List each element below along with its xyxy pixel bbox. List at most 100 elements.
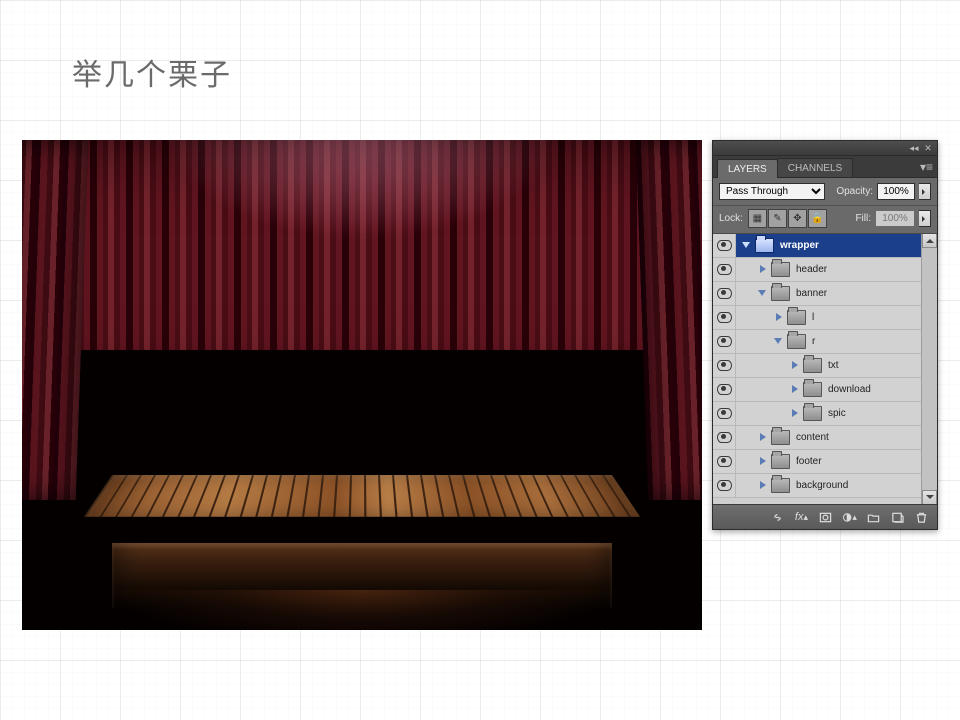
folder-icon: [803, 358, 822, 373]
folder-icon: [803, 406, 822, 421]
folder-icon: [771, 286, 790, 301]
adjustment-layer-icon[interactable]: ▴: [842, 510, 857, 524]
layer-indent: spic: [736, 402, 846, 425]
layer-row-spic[interactable]: spic: [713, 402, 937, 426]
panel-footer: fx▴ ▴: [713, 504, 937, 529]
stage-curtain-right: [636, 140, 702, 500]
layer-name: header: [796, 264, 827, 275]
tab-channels[interactable]: CHANNELS: [777, 158, 853, 177]
layer-row-header[interactable]: header: [713, 258, 937, 282]
folder-icon: [755, 238, 774, 253]
visibility-toggle[interactable]: [713, 282, 736, 305]
opacity-label: Opacity:: [836, 186, 873, 197]
folder-icon: [771, 262, 790, 277]
page-title: 举几个栗子: [72, 50, 232, 94]
layer-row-footer[interactable]: footer: [713, 450, 937, 474]
visibility-toggle[interactable]: [713, 354, 736, 377]
opacity-spinner[interactable]: [919, 183, 931, 200]
chevron-down-icon[interactable]: [758, 288, 769, 299]
visibility-toggle[interactable]: [713, 450, 736, 473]
preview-canvas: [22, 140, 702, 630]
scroll-up-icon[interactable]: [922, 234, 937, 248]
chevron-down-icon[interactable]: [774, 336, 785, 347]
layer-indent: content: [736, 426, 829, 449]
opacity-value[interactable]: 100%: [877, 183, 915, 200]
collapse-icon[interactable]: ◂◂: [909, 143, 919, 153]
lock-position-icon[interactable]: ✥: [788, 209, 807, 228]
layer-name: spic: [828, 408, 846, 419]
chevron-right-icon[interactable]: [758, 432, 769, 443]
folder-icon: [787, 334, 806, 349]
layer-row-r[interactable]: r: [713, 330, 937, 354]
layer-name: download: [828, 384, 871, 395]
visibility-toggle[interactable]: [713, 234, 736, 257]
layer-row-l[interactable]: l: [713, 306, 937, 330]
eye-icon: [717, 408, 732, 419]
layers-panel: ◂◂ ✕ LAYERS CHANNELS ▾≡ Pass Through Opa…: [712, 140, 938, 530]
layer-indent: background: [736, 474, 848, 497]
visibility-toggle[interactable]: [713, 258, 736, 281]
eye-icon: [717, 480, 732, 491]
layer-name: txt: [828, 360, 839, 371]
chevron-right-icon[interactable]: [790, 384, 801, 395]
visibility-toggle[interactable]: [713, 378, 736, 401]
layer-row-txt[interactable]: txt: [713, 354, 937, 378]
scrollbar[interactable]: [921, 234, 937, 504]
lock-transparent-icon[interactable]: ▦: [748, 209, 767, 228]
lock-buttons: ▦ ✎ ✥ 🔒: [748, 209, 827, 228]
blend-opacity-row: Pass Through Opacity: 100%: [713, 178, 937, 206]
lock-all-icon[interactable]: 🔒: [808, 209, 827, 228]
tab-layers[interactable]: LAYERS: [717, 159, 778, 178]
eye-icon: [717, 360, 732, 371]
layer-row-content[interactable]: content: [713, 426, 937, 450]
layer-mask-icon[interactable]: [818, 510, 833, 524]
visibility-toggle[interactable]: [713, 330, 736, 353]
fill-spinner[interactable]: [919, 210, 931, 227]
layer-indent: banner: [736, 282, 827, 305]
eye-icon: [717, 240, 732, 251]
stage-glow: [82, 590, 642, 630]
folder-icon: [771, 430, 790, 445]
layer-row-wrapper[interactable]: wrapper: [713, 234, 937, 258]
fill-value: 100%: [876, 211, 914, 226]
chevron-right-icon[interactable]: [758, 480, 769, 491]
delete-layer-icon[interactable]: [914, 510, 929, 524]
layer-name: l: [812, 312, 814, 323]
panel-menu-icon[interactable]: ▾≡: [920, 160, 933, 174]
lock-fill-row: Lock: ▦ ✎ ✥ 🔒 Fill: 100%: [713, 206, 937, 234]
chevron-right-icon[interactable]: [790, 408, 801, 419]
layer-fx-icon[interactable]: fx▴: [794, 510, 809, 524]
eye-icon: [717, 264, 732, 275]
visibility-toggle[interactable]: [713, 306, 736, 329]
layer-indent: download: [736, 378, 871, 401]
visibility-toggle[interactable]: [713, 426, 736, 449]
layer-indent: header: [736, 258, 827, 281]
blend-mode-select[interactable]: Pass Through: [719, 183, 825, 200]
eye-icon: [717, 288, 732, 299]
chevron-right-icon[interactable]: [790, 360, 801, 371]
chevron-right-icon[interactable]: [774, 312, 785, 323]
layer-indent: footer: [736, 450, 822, 473]
eye-icon: [717, 336, 732, 347]
eye-icon: [717, 432, 732, 443]
visibility-toggle[interactable]: [713, 402, 736, 425]
visibility-toggle[interactable]: [713, 474, 736, 497]
chevron-right-icon[interactable]: [758, 264, 769, 275]
chevron-down-icon[interactable]: [742, 240, 753, 251]
eye-icon: [717, 384, 732, 395]
link-layers-icon[interactable]: [770, 510, 785, 524]
scroll-down-icon[interactable]: [922, 490, 937, 504]
folder-icon: [803, 382, 822, 397]
layer-row-banner[interactable]: banner: [713, 282, 937, 306]
new-group-icon[interactable]: [866, 510, 881, 524]
layer-indent: txt: [736, 354, 839, 377]
new-layer-icon[interactable]: [890, 510, 905, 524]
layer-name: background: [796, 480, 848, 491]
layer-row-download[interactable]: download: [713, 378, 937, 402]
layer-name: wrapper: [780, 240, 819, 251]
close-icon[interactable]: ✕: [923, 143, 933, 153]
lock-pixels-icon[interactable]: ✎: [768, 209, 787, 228]
chevron-right-icon[interactable]: [758, 456, 769, 467]
folder-icon: [771, 454, 790, 469]
layer-row-background[interactable]: background: [713, 474, 937, 498]
